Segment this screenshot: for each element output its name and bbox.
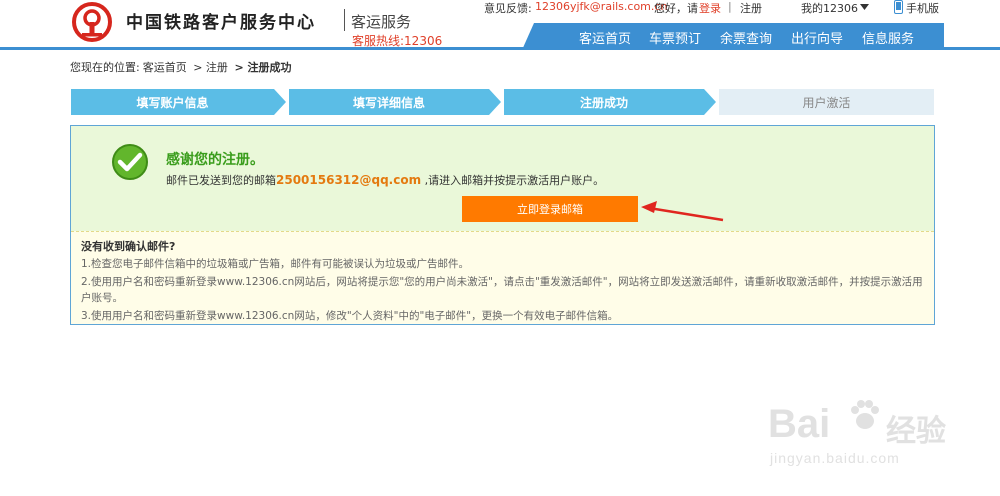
hotline: 客服热线:12306 bbox=[352, 34, 443, 48]
registration-result-panel: 感谢您的注册。 邮件已发送到您的邮箱2500156312@qq.com ,请进入… bbox=[70, 125, 935, 325]
tip-item: 2.使用用户名和密码重新登录www.12306.cn网站后，网站将提示您"您的用… bbox=[81, 276, 923, 304]
step-arrow bbox=[489, 89, 501, 115]
site-header: 中国铁路客户服务中心 客运服务 客服热线:12306 意见反馈: 12306yj… bbox=[0, 0, 1000, 50]
paw-icon bbox=[851, 400, 879, 429]
thanks-heading: 感谢您的注册。 bbox=[166, 152, 264, 168]
watermark-url: jingyan.baidu.com bbox=[770, 450, 900, 466]
breadcrumb: 您现在的位置: 客运首页 > 注册 > 注册成功 bbox=[70, 59, 294, 75]
breadcrumb-prefix: 您现在的位置: bbox=[70, 61, 140, 74]
step-register-success: 注册成功 bbox=[504, 89, 704, 115]
email-sent-message: 邮件已发送到您的邮箱2500156312@qq.com ,请进入邮箱并按提示激活… bbox=[166, 172, 604, 188]
step-arrow bbox=[704, 89, 716, 115]
registration-steps: 填写账户信息 填写详细信息 注册成功 用户激活 bbox=[71, 89, 934, 115]
brand-divider bbox=[344, 9, 345, 31]
greeting: 您好，请 bbox=[654, 2, 698, 15]
step-user-activation: 用户激活 bbox=[719, 89, 934, 115]
breadcrumb-current: > 注册成功 bbox=[234, 61, 292, 74]
tip-item: 1.检查您电子邮件信箱中的垃圾箱或广告箱，邮件有可能被误认为垃圾或广告邮件。 bbox=[81, 258, 470, 270]
step-label: 填写详细信息 bbox=[352, 95, 425, 110]
topbar-divider: | bbox=[728, 0, 732, 13]
success-check-icon bbox=[112, 144, 148, 180]
site-brand: 中国铁路客户服务中心 bbox=[126, 13, 316, 33]
success-section: 感谢您的注册。 邮件已发送到您的邮箱2500156312@qq.com ,请进入… bbox=[71, 126, 934, 231]
red-arrow-annotation-icon bbox=[641, 201, 724, 222]
nav-item-info[interactable]: 信息服务 bbox=[862, 28, 914, 47]
railway-logo-icon[interactable] bbox=[72, 2, 112, 42]
login-link[interactable]: 登录 bbox=[699, 0, 721, 16]
baidu-jingyan-watermark: Bai 经验 jingyan.baidu.com bbox=[768, 392, 968, 482]
registered-email: 2500156312@qq.com bbox=[276, 173, 422, 187]
mobile-phone-icon bbox=[894, 0, 903, 14]
nav-item-guide[interactable]: 出行向导 bbox=[791, 28, 843, 47]
tip-item: 3.使用用户名和密码重新登录www.12306.cn网站，修改"个人资料"中的"… bbox=[81, 310, 619, 322]
nav-item-booking[interactable]: 车票预订 bbox=[649, 28, 701, 47]
breadcrumb-register[interactable]: > 注册 bbox=[193, 61, 228, 74]
step-detail-info: 填写详细信息 bbox=[289, 89, 489, 115]
not-received-section: 没有收到确认邮件? 1.检查您电子邮件信箱中的垃圾箱或广告箱，邮件有可能被误认为… bbox=[71, 231, 934, 324]
site-subtitle: 客运服务 bbox=[351, 13, 412, 31]
main-nav: 客运首页 车票预订 余票查询 出行向导 信息服务 bbox=[522, 23, 944, 50]
my12306-menu[interactable]: 我的12306 bbox=[801, 0, 858, 16]
nav-item-home[interactable]: 客运首页 bbox=[579, 28, 631, 47]
step-label: 用户激活 bbox=[802, 95, 851, 110]
step-label: 注册成功 bbox=[579, 95, 628, 110]
sent-prefix: 邮件已发送到您的邮箱 bbox=[166, 174, 276, 187]
breadcrumb-home[interactable]: 客运首页 bbox=[143, 61, 187, 74]
nav-item-tickets[interactable]: 余票查询 bbox=[720, 28, 772, 47]
not-received-title: 没有收到确认邮件? bbox=[81, 240, 176, 253]
watermark-jingyan: 经验 bbox=[886, 414, 946, 449]
step-label: 填写账户信息 bbox=[136, 95, 209, 110]
feedback-email-link[interactable]: 12306yjfk@rails.com.cn bbox=[535, 0, 667, 13]
watermark-brand: Bai bbox=[768, 402, 831, 446]
chevron-down-icon[interactable] bbox=[860, 4, 869, 10]
sent-suffix: ,请进入邮箱并按提示激活用户账户。 bbox=[421, 174, 605, 187]
feedback-label: 意见反馈: bbox=[484, 2, 532, 15]
step-arrow bbox=[274, 89, 286, 115]
mobile-version-link[interactable]: 手机版 bbox=[906, 0, 939, 16]
register-link[interactable]: 注册 bbox=[740, 0, 762, 16]
step-account-info: 填写账户信息 bbox=[71, 89, 274, 115]
